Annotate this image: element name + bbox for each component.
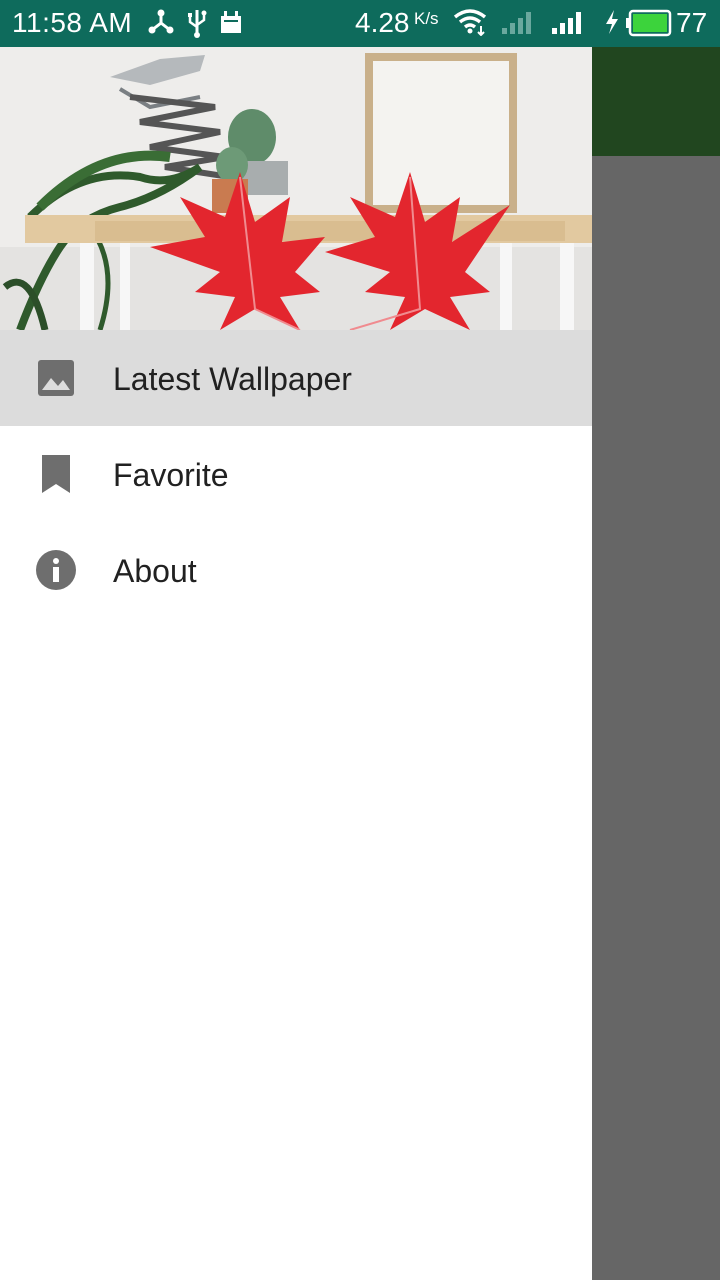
app-toolbar (592, 47, 720, 156)
usb-icon (188, 10, 207, 38)
notification-icon (221, 11, 241, 33)
charging-icon (606, 10, 618, 34)
wifi-icon (453, 9, 487, 36)
signal-icon (552, 12, 581, 34)
bookmark-icon (42, 455, 70, 493)
image-icon (38, 360, 74, 396)
navigation-drawer: Latest Wallpaper Favorite About (0, 47, 592, 1280)
drawer-scrim[interactable] (592, 156, 720, 1280)
menu-item-favorite[interactable]: Favorite (0, 426, 592, 522)
menu-item-label: About (113, 553, 197, 589)
battery-level: 77 (676, 7, 708, 38)
info-icon (36, 550, 76, 590)
drawer-menu: Latest Wallpaper Favorite About (0, 330, 592, 618)
status-bar: 11:58 AM 4.28 K/s 77 (0, 0, 720, 47)
share-icon (148, 9, 174, 34)
menu-item-label: Latest Wallpaper (113, 361, 352, 397)
menu-item-label: Favorite (113, 457, 229, 493)
battery-icon (626, 9, 672, 37)
menu-item-about[interactable]: About (0, 522, 592, 618)
network-speed: 4.28 (355, 7, 410, 38)
status-time: 11:58 AM (12, 7, 133, 38)
drawer-header-image (0, 47, 592, 330)
menu-item-latest-wallpaper[interactable]: Latest Wallpaper (0, 330, 592, 426)
network-speed-unit: K/s (414, 9, 439, 28)
signal-empty-icon (502, 12, 531, 34)
